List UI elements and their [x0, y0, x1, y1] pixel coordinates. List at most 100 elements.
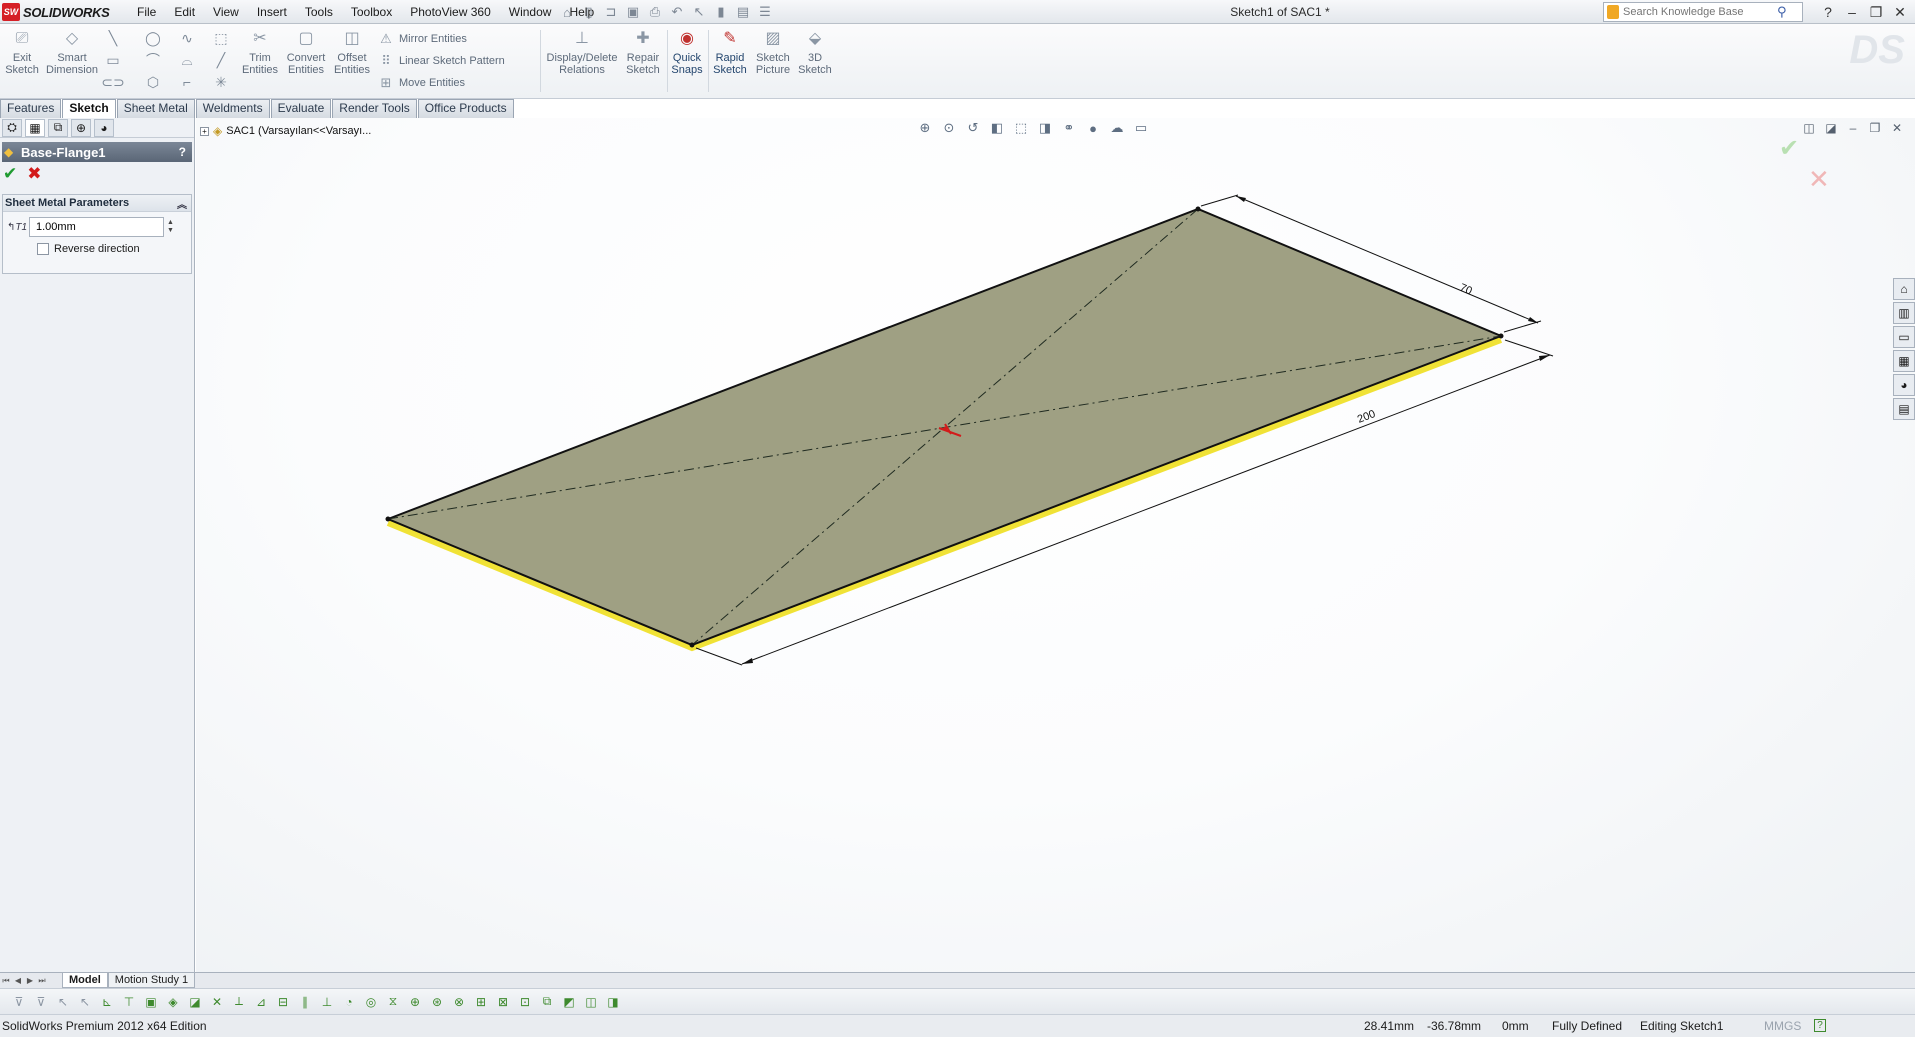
app-logo[interactable]: SW SOLIDWORKS [2, 2, 110, 22]
spin-down-icon[interactable]: ▼ [167, 227, 174, 235]
search-icon[interactable]: ⚲ [1777, 4, 1787, 20]
display-delete-relations-button[interactable]: ⊥ Display/Delete Relations [546, 28, 618, 77]
thickness-input[interactable] [29, 217, 164, 237]
zoom-to-fit-icon[interactable]: ⊕ [916, 119, 934, 137]
new-document-icon[interactable]: ▯ [580, 4, 598, 20]
linear-sketch-pattern-button[interactable]: ⠿ Linear Sketch Pattern [378, 53, 505, 69]
group-header[interactable]: Sheet Metal Parameters ︽ [3, 195, 191, 212]
offset-entities-button[interactable]: ◫ Offset Entities [334, 28, 370, 77]
menu-photoview-360[interactable]: PhotoView 360 [401, 0, 500, 24]
slot-icon[interactable]: ⊂⊃ [101, 73, 124, 91]
rebuild-icon[interactable]: ▮ [712, 4, 730, 20]
sketch-chamfer-icon[interactable]: ⌐ [178, 73, 196, 91]
configuration-manager-tab-icon[interactable]: ⧉ [48, 118, 68, 137]
confirmation-ok-icon[interactable]: ✔ [1779, 134, 1799, 163]
tab-sketch[interactable]: Sketch [62, 99, 116, 118]
sketch-fillet-icon[interactable]: ⌓ [178, 51, 196, 69]
unit-system[interactable]: MMGS [1764, 1019, 1801, 1033]
file-explorer-icon[interactable]: ▭ [1893, 326, 1915, 348]
section-view-icon[interactable]: ◧ [988, 119, 1006, 137]
display-manager-tab-icon[interactable]: ◕ [94, 118, 114, 137]
tab-model[interactable]: Model [62, 973, 108, 988]
close-icon[interactable]: ✕ [1891, 4, 1909, 21]
line-icon[interactable]: ╲ [104, 29, 122, 47]
view-settings-icon[interactable]: ▭ [1132, 119, 1150, 137]
tangent-icon[interactable]: ◔ [340, 993, 358, 1011]
confirmation-cancel-icon[interactable]: ✕ [1808, 164, 1830, 195]
vertex-point[interactable] [385, 516, 391, 522]
solidworks-resources-icon[interactable]: ⌂ [1893, 278, 1915, 300]
vertex-point[interactable] [689, 642, 695, 648]
smart-dimension-button[interactable]: ◇ Smart Dimension [46, 28, 98, 77]
collapse-chevron-icon[interactable]: ︽ [177, 196, 187, 211]
feature-manager-tab-icon[interactable]: ⛭ [2, 118, 22, 137]
help-button[interactable]: ? [179, 145, 186, 159]
circle-icon[interactable]: ◯ [144, 29, 162, 47]
add-relation-icon[interactable]: ⊾ [98, 993, 116, 1011]
tile-vertical-icon[interactable]: ◪ [1823, 121, 1839, 135]
reverse-direction-row[interactable]: Reverse direction [3, 243, 191, 255]
sketch-picture-button[interactable]: ▨ Sketch Picture [754, 28, 792, 77]
ok-check-icon[interactable]: ✔ [3, 164, 17, 184]
first-tab-icon[interactable]: ⏮ [0, 976, 12, 986]
property-manager-tab-icon[interactable]: ▦ [25, 118, 45, 137]
vertical-relation-icon[interactable]: ⟂ [230, 993, 248, 1011]
spin-up-icon[interactable]: ▲ [167, 219, 174, 227]
menu-view[interactable]: View [204, 0, 248, 24]
menu-toolbox[interactable]: Toolbox [342, 0, 401, 24]
design-library-icon[interactable]: ▥ [1893, 302, 1915, 324]
tab-render-tools[interactable]: Render Tools [332, 99, 417, 118]
3d-sketch-button[interactable]: ⬙ 3D Sketch [796, 28, 834, 77]
doc-minimize-icon[interactable]: – [1845, 121, 1861, 135]
print-icon[interactable]: ⎙ [646, 4, 664, 20]
vertex-point[interactable] [1195, 206, 1201, 212]
parallel-icon[interactable]: ∥ [296, 993, 314, 1011]
save-icon[interactable]: ▣ [624, 4, 642, 20]
fix-relation-icon[interactable]: ▣ [142, 993, 160, 1011]
dimxpert-manager-tab-icon[interactable]: ⊕ [71, 118, 91, 137]
tile-horizontal-icon[interactable]: ◫ [1801, 121, 1817, 135]
select-arrow-icon[interactable]: ↖ [54, 993, 72, 1011]
custom-properties-icon[interactable]: ▤ [1893, 398, 1915, 420]
minimize-icon[interactable]: – [1843, 4, 1861, 20]
move-entities-button[interactable]: ⊞ Move Entities [378, 75, 465, 91]
next-tab-icon[interactable]: ▶ [24, 976, 36, 985]
tab-office-products[interactable]: Office Products [417, 99, 514, 118]
arc-icon[interactable]: ⌒ [144, 51, 162, 69]
point-icon[interactable]: ✳ [212, 73, 230, 91]
expand-icon[interactable]: + [200, 126, 209, 136]
undo-icon[interactable]: ↶ [668, 4, 686, 20]
hide-show-items-icon[interactable]: ⚭ [1060, 119, 1078, 137]
feature-tree-root[interactable]: + ◈ SAC1 (Varsayılan<<Varsayı... [200, 124, 371, 138]
menu-edit[interactable]: Edit [165, 0, 204, 24]
dimension-length-label[interactable]: 200 [1356, 408, 1377, 426]
search-box[interactable]: ⚲ [1603, 2, 1803, 22]
rapid-sketch-button[interactable]: ✎ Rapid Sketch [711, 28, 749, 77]
rectangle-icon[interactable]: ▭ [104, 51, 122, 69]
perpendicular-icon[interactable]: ⊥ [318, 993, 336, 1011]
restore-icon[interactable]: ❐ [1867, 4, 1885, 21]
select-other-icon[interactable]: ↖ [76, 993, 94, 1011]
select-icon[interactable]: ↖ [690, 4, 708, 20]
polygon-icon[interactable]: ⬡ [144, 73, 162, 91]
parallel-yz-icon[interactable]: ◫ [582, 993, 600, 1011]
reverse-direction-checkbox[interactable] [37, 243, 49, 255]
zoom-to-area-icon[interactable]: ⊙ [940, 119, 958, 137]
doc-close-icon[interactable]: ✕ [1889, 121, 1905, 135]
tab-sheet-metal[interactable]: Sheet Metal [116, 99, 195, 118]
merge-icon[interactable]: ⊕ [406, 993, 424, 1011]
view-palette-icon[interactable]: ▦ [1893, 350, 1915, 372]
tab-features[interactable]: Features [0, 99, 62, 118]
spline-icon[interactable]: ∿ [178, 29, 196, 47]
options-icon[interactable]: ☰ [756, 4, 774, 20]
on-plane-icon[interactable]: ◩ [560, 993, 578, 1011]
exit-sketch-button[interactable]: ⎚ Exit Sketch [5, 28, 39, 77]
pin-icon[interactable]: ⌂ [558, 4, 576, 20]
menu-window[interactable]: Window [500, 0, 561, 24]
symmetric-icon[interactable]: ⧖ [384, 993, 402, 1011]
intersection-icon[interactable]: ✕ [208, 993, 226, 1011]
cancel-x-icon[interactable]: ✖ [27, 164, 41, 184]
along-x-icon[interactable]: ⊞ [472, 993, 490, 1011]
filter-icon[interactable]: ⊽ [10, 993, 28, 1011]
search-input[interactable] [1623, 6, 1773, 18]
